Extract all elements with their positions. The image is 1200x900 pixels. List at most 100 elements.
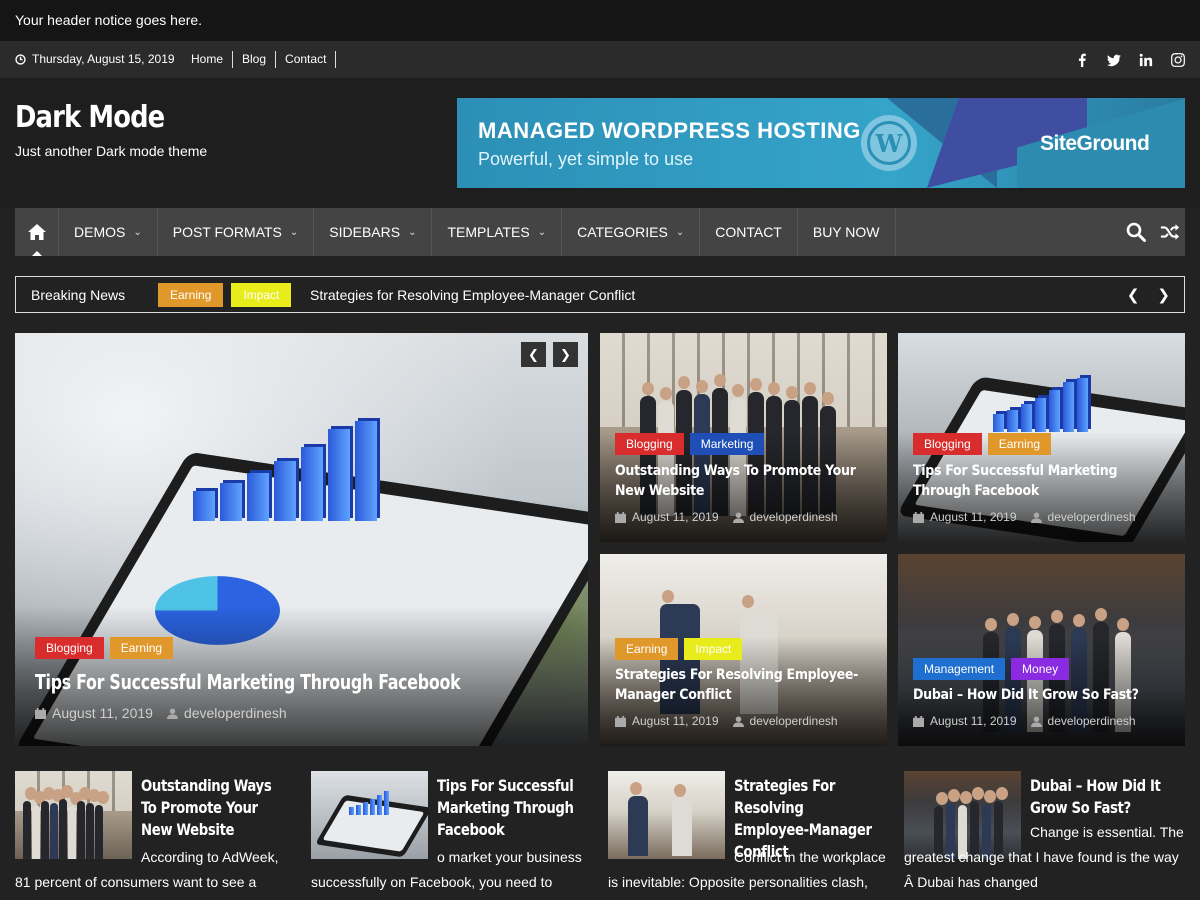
top-link-home[interactable]: Home [182, 51, 234, 68]
linkedin-icon[interactable] [1138, 52, 1153, 67]
post-title[interactable]: Tips For Successful Marketing Through Fa… [913, 461, 1163, 501]
post-excerpt: o market your business successfully on F… [311, 849, 582, 890]
nav-buy-now[interactable]: BUY NOW [798, 208, 896, 256]
current-date: Thursday, August 15, 2019 [15, 52, 175, 66]
post-author[interactable]: developerdinesh [1048, 714, 1136, 728]
nav-demos[interactable]: DEMOS ⌄ [59, 208, 158, 256]
post-excerpt: According to AdWeek, 81 percent of consu… [15, 849, 279, 890]
post-author[interactable]: developerdinesh [750, 714, 838, 728]
calendar-icon [35, 707, 46, 719]
post-author[interactable]: developerdinesh [1048, 510, 1136, 524]
post-meta: August 11, 2019 developerdinesh [615, 714, 838, 728]
post-meta: August 11, 2019 developerdinesh [913, 714, 1136, 728]
main-navigation: DEMOS ⌄ POST FORMATS ⌄ SIDEBARS ⌄ TEMPLATES… [0, 208, 1200, 256]
post-list-item: Outstanding Ways To Promote Your New Web… [15, 771, 295, 900]
tag-impact[interactable]: Impact [231, 283, 292, 307]
tag-blogging[interactable]: Blogging [913, 433, 982, 455]
post-excerpt: Conflict in the workplace is inevitable:… [608, 849, 886, 890]
clock-icon [15, 53, 26, 65]
chevron-right-icon[interactable]: ❯ [1157, 286, 1170, 304]
tag-blogging[interactable]: Blogging [615, 433, 684, 455]
tag-management[interactable]: Management [913, 658, 1006, 680]
site-title[interactable]: Dark Mode [15, 100, 165, 135]
tag-earning[interactable]: Earning [158, 283, 224, 307]
user-icon [1030, 715, 1042, 727]
breaking-news-label: Breaking News [31, 287, 126, 303]
post-list-item: Tips For Successful Marketing Through Fa… [311, 771, 591, 900]
chevron-left-icon[interactable]: ❮ [1127, 286, 1140, 304]
wordpress-logo-icon: W [861, 115, 917, 171]
ticker-tags: Earning Impact [158, 283, 292, 307]
post-date[interactable]: August 11, 2019 [52, 705, 153, 721]
chevron-right-icon[interactable]: ❯ [553, 342, 578, 367]
nav-home[interactable] [15, 208, 59, 256]
featured-card[interactable]: Earning Impact Strategies For Resolving … [600, 554, 887, 746]
nav-label: DEMOS [74, 224, 126, 240]
post-tags: Blogging Earning [913, 433, 1052, 455]
post-date[interactable]: August 11, 2019 [930, 714, 1017, 728]
header-notice: Your header notice goes here. [0, 0, 1200, 41]
nav-tools [1126, 222, 1180, 242]
top-menu: Home Blog Contact [182, 51, 337, 68]
nav-label: BUY NOW [812, 224, 880, 240]
tag-blogging[interactable]: Blogging [35, 637, 104, 659]
random-shuffle-icon[interactable] [1160, 222, 1180, 242]
tag-earning[interactable]: Earning [987, 433, 1052, 455]
nav-contact[interactable]: CONTACT [700, 208, 798, 256]
nav-templates[interactable]: TEMPLATES ⌄ [432, 208, 563, 256]
bar-chart-illustration [993, 378, 1088, 432]
siteground-logo: SiteGround [1040, 132, 1150, 156]
date-text: Thursday, August 15, 2019 [32, 52, 175, 66]
post-excerpt: Change is essential. The greatest change… [904, 824, 1184, 890]
featured-card[interactable]: Management Money Dubai – How Did It Grow… [898, 554, 1185, 746]
ticker-controls: ❮ ❯ [1127, 286, 1170, 304]
calendar-icon [913, 715, 924, 727]
chevron-down-icon: ⌄ [537, 226, 547, 238]
site-header: Dark Mode Just another Dark mode theme M… [0, 78, 1200, 208]
advertisement-banner[interactable]: MANAGED WORDPRESS HOSTING Powerful, yet … [457, 98, 1185, 188]
header-notice-text: Your header notice goes here. [15, 12, 203, 28]
post-author[interactable]: developerdinesh [184, 705, 287, 721]
post-title[interactable]: Outstanding Ways To Promote Your New Web… [615, 461, 865, 501]
tag-impact[interactable]: Impact [684, 638, 743, 660]
post-date[interactable]: August 11, 2019 [930, 510, 1017, 524]
top-link-blog[interactable]: Blog [233, 51, 277, 68]
post-title[interactable]: Strategies For Resolving Employee-Manage… [615, 665, 875, 705]
post-title[interactable]: Tips For Successful Marketing Through Fa… [437, 775, 575, 841]
social-links [1074, 52, 1185, 67]
banner-subline: Powerful, yet simple to use [478, 149, 694, 169]
post-list-item: Dubai – How Did It Grow So Fast? Change … [904, 771, 1184, 900]
tag-earning[interactable]: Earning [615, 638, 679, 660]
post-title[interactable]: Dubai – How Did It Grow So Fast? [913, 685, 1173, 705]
post-date[interactable]: August 11, 2019 [632, 714, 719, 728]
post-author[interactable]: developerdinesh [750, 510, 838, 524]
featured-card[interactable]: Blogging Earning Tips For Successful Mar… [898, 333, 1185, 542]
bar-chart-illustration [193, 421, 377, 521]
top-link-contact[interactable]: Contact [276, 51, 337, 68]
post-title[interactable]: Outstanding Ways To Promote Your New Web… [141, 775, 279, 841]
search-icon[interactable] [1126, 222, 1146, 242]
facebook-icon[interactable] [1074, 52, 1089, 67]
tag-money[interactable]: Money [1011, 658, 1070, 680]
home-icon [27, 224, 46, 240]
banner-headline: MANAGED WORDPRESS HOSTING [478, 118, 861, 143]
nav-label: POST FORMATS [172, 224, 282, 240]
nav-categories[interactable]: CATEGORIES ⌄ [562, 208, 701, 256]
nav-post-formats[interactable]: POST FORMATS ⌄ [158, 208, 315, 256]
twitter-icon[interactable] [1106, 52, 1121, 67]
calendar-icon [913, 511, 924, 523]
slider-controls: ❮ ❯ [521, 342, 578, 367]
nav-sidebars[interactable]: SIDEBARS ⌄ [314, 208, 433, 256]
post-title[interactable]: Tips For Successful Marketing Through Fa… [35, 670, 461, 694]
ticker-headline[interactable]: Strategies for Resolving Employee-Manage… [310, 287, 635, 303]
chevron-left-icon[interactable]: ❮ [521, 342, 546, 367]
user-icon [732, 715, 744, 727]
instagram-icon[interactable] [1170, 52, 1185, 67]
post-date[interactable]: August 11, 2019 [632, 510, 719, 524]
nav-label: SIDEBARS [329, 224, 401, 240]
featured-card[interactable]: Blogging Marketing Outstanding Ways To P… [600, 333, 887, 542]
post-title[interactable]: Dubai – How Did It Grow So Fast? [1030, 775, 1168, 819]
tag-earning[interactable]: Earning [109, 637, 174, 659]
tag-marketing[interactable]: Marketing [689, 433, 765, 455]
featured-slider-main[interactable]: ❮ ❯ Blogging Earning Tips For Successful… [15, 333, 588, 746]
